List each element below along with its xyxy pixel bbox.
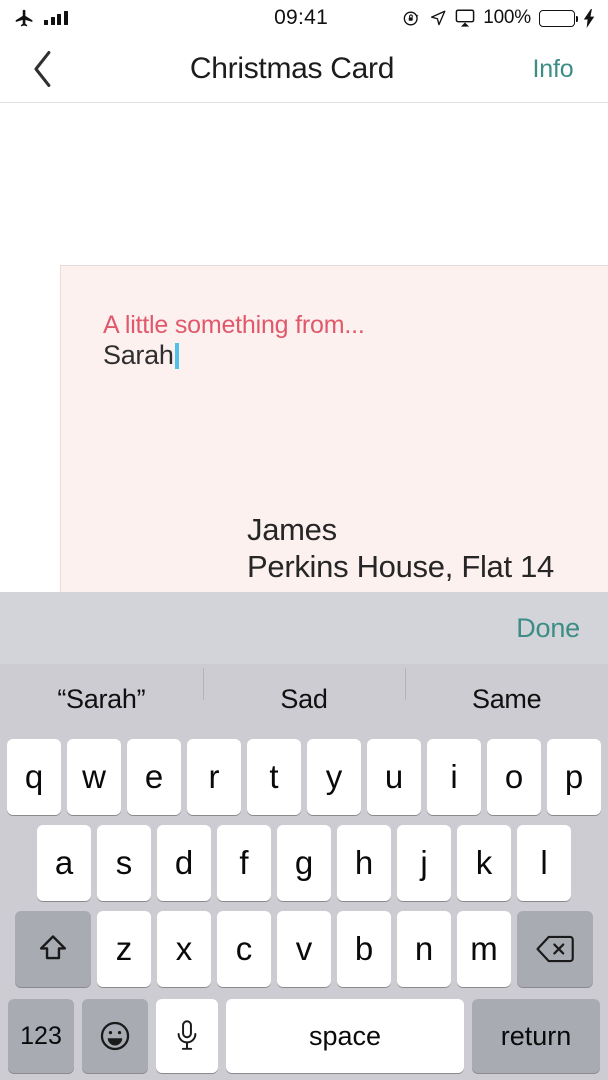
key-i[interactable]: i [427,739,481,815]
keyboard-row-1: q w e r t y u i o p [0,734,608,820]
key-t[interactable]: t [247,739,301,815]
suggestion-1[interactable]: Sad [202,667,406,715]
suggestion-2[interactable]: Same [405,667,608,715]
navigation-bar: Christmas Card Info [0,36,608,103]
status-bar-center: 09:41 [200,6,402,30]
info-button[interactable]: Info [498,55,608,84]
status-bar: 09:41 100% [0,0,608,36]
chevron-left-icon [30,49,56,89]
page-title: Christmas Card [189,52,395,85]
shift-key[interactable] [15,911,91,987]
key-f[interactable]: f [217,825,271,901]
back-button[interactable] [0,36,86,102]
return-key[interactable]: return [472,999,600,1073]
key-p[interactable]: p [547,739,601,815]
key-l[interactable]: l [517,825,571,901]
keyboard-row-2: a s d f g h j k l [0,820,608,906]
key-j[interactable]: j [397,825,451,901]
status-bar-clock: 09:41 [274,6,329,29]
microphone-icon [174,1020,200,1052]
key-x[interactable]: x [157,911,211,987]
done-button[interactable]: Done [516,613,608,644]
shift-arrow-icon [36,932,70,966]
keyboard-row-4: 123 space return [0,992,608,1080]
status-bar-right: 100% [402,7,608,29]
key-v[interactable]: v [277,911,331,987]
dictation-key[interactable] [156,999,218,1073]
rotation-lock-icon [402,9,421,28]
key-a[interactable]: a [37,825,91,901]
key-o[interactable]: o [487,739,541,815]
key-d[interactable]: d [157,825,211,901]
address-line-1: James [247,512,337,547]
text-cursor [174,342,179,369]
key-y[interactable]: y [307,739,361,815]
keyboard-row-3: z x c v b n m [0,906,608,992]
emoji-key[interactable] [82,999,148,1073]
key-g[interactable]: g [277,825,331,901]
space-key[interactable]: space [226,999,464,1073]
key-h[interactable]: h [337,825,391,901]
key-e[interactable]: e [127,739,181,815]
card-signature-field[interactable]: Sarah [103,340,179,371]
card-signature-text: Sarah [103,340,174,370]
key-s[interactable]: s [97,825,151,901]
battery-icon [539,9,578,27]
smiley-icon [98,1019,132,1053]
suggestion-0[interactable]: “Sarah” [0,684,203,715]
charging-bolt-icon [583,8,596,28]
key-r[interactable]: r [187,739,241,815]
key-w[interactable]: w [67,739,121,815]
battery-percentage: 100% [483,7,531,28]
card-address-block[interactable]: James Perkins House, Flat 14 [247,512,554,586]
numbers-key[interactable]: 123 [8,999,74,1073]
key-c[interactable]: c [217,911,271,987]
key-m[interactable]: m [457,911,511,987]
key-b[interactable]: b [337,911,391,987]
key-u[interactable]: u [367,739,421,815]
card-greeting-text: A little something from... [103,311,365,339]
key-z[interactable]: z [97,911,151,987]
status-bar-left [0,8,200,29]
keyboard-accessory-toolbar: Done [0,592,608,664]
phone-screen: 09:41 100% Christmas Card Info A little … [0,0,608,1080]
key-k[interactable]: k [457,825,511,901]
card-editor-area: A little something from... Sarah James P… [0,103,608,592]
backspace-icon [536,934,574,964]
virtual-keyboard: q w e r t y u i o p a s d f g h j k l z … [0,734,608,1080]
location-arrow-icon [429,9,447,27]
key-q[interactable]: q [7,739,61,815]
cellular-signal-icon [44,11,68,25]
key-n[interactable]: n [397,911,451,987]
greeting-card[interactable]: A little something from... Sarah James P… [60,265,608,592]
predictive-suggestion-bar: “Sarah” Sad Same [0,664,608,734]
delete-key[interactable] [517,911,593,987]
address-line-2: Perkins House, Flat 14 [247,548,554,584]
airplane-mode-icon [14,8,35,29]
airplay-icon [455,9,475,27]
